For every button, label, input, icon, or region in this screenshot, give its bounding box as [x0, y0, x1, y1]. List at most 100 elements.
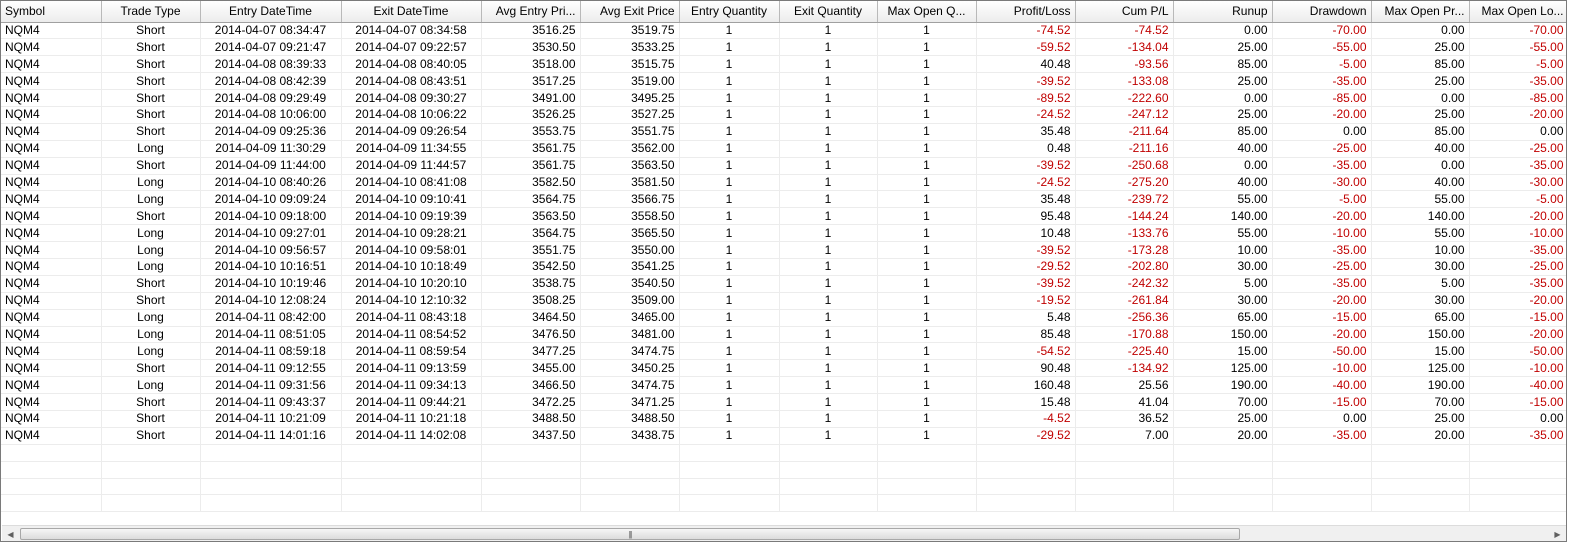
- table-row[interactable]: NQM4 Short 2014-04-11 09:43:37 2014-04-11 0…: [1, 393, 1566, 411]
- cell-avg-exit: 3465.00: [580, 309, 680, 327]
- cell-exit-qty: 1: [779, 106, 878, 124]
- cell-entry-dt: 2014-04-08 10:06:00: [200, 106, 342, 124]
- scroll-right-button[interactable]: ▶: [1549, 526, 1566, 541]
- table-row[interactable]: NQM4 Short 2014-04-11 10:21:09 2014-04-11 1…: [1, 410, 1566, 428]
- cell-runup: 0.00: [1173, 89, 1273, 107]
- header-row: Symbol Trade Type Entry DateTime Exit DateT…: [1, 1, 1566, 23]
- table-row[interactable]: NQM4 Short 2014-04-10 12:08:24 2014-04-10 1…: [1, 292, 1566, 310]
- table-row[interactable]: NQM4 Long 2014-04-11 08:42:00 2014-04-11 08…: [1, 309, 1566, 327]
- table-row[interactable]: NQM4 Long 2014-04-09 11:30:29 2014-04-09 11…: [1, 140, 1566, 158]
- column-header-exit-qty[interactable]: Exit Quantity: [779, 1, 878, 23]
- cell-pl: -39.52: [976, 72, 1076, 91]
- column-header-avg-exit[interactable]: Avg Exit Price: [580, 1, 680, 23]
- cell-cum-pl: -256.36: [1075, 309, 1174, 327]
- cell-entry-qty: 1: [679, 190, 780, 209]
- cell-entry-qty: 1: [679, 89, 780, 107]
- cell-pl: -19.52: [976, 292, 1076, 310]
- table-row[interactable]: NQM4 Long 2014-04-10 08:40:26 2014-04-10 08…: [1, 174, 1566, 192]
- cell-avg-entry: 3488.50: [481, 410, 581, 428]
- empty-cell: [679, 478, 780, 496]
- table-row[interactable]: NQM4 Short 2014-04-08 08:39:33 2014-04-08 0…: [1, 55, 1566, 74]
- column-header-runup[interactable]: Runup: [1173, 1, 1273, 23]
- cell-entry-dt: 2014-04-09 11:30:29: [200, 140, 342, 158]
- table-row[interactable]: NQM4 Short 2014-04-09 09:25:36 2014-04-09 0…: [1, 123, 1566, 141]
- cell-exit-dt: 2014-04-09 11:44:57: [341, 157, 482, 175]
- table-row[interactable]: NQM4 Short 2014-04-11 09:12:55 2014-04-11 0…: [1, 359, 1566, 378]
- empty-cell: [101, 494, 201, 513]
- column-header-entry-qty[interactable]: Entry Quantity: [679, 1, 780, 23]
- cell-max-qty: 1: [877, 174, 977, 192]
- column-header-max-open-lo[interactable]: Max Open Lo...: [1469, 1, 1566, 23]
- cell-max-open-lo: -20.00: [1469, 106, 1566, 124]
- cell-exit-dt: 2014-04-08 10:06:22: [341, 106, 482, 124]
- cell-cum-pl: -211.64: [1075, 123, 1174, 141]
- cell-exit-dt: 2014-04-09 09:26:54: [341, 123, 482, 141]
- cell-drawdown: -35.00: [1272, 157, 1372, 175]
- column-header-entry-dt[interactable]: Entry DateTime: [200, 1, 342, 23]
- cell-runup: 150.00: [1173, 326, 1273, 344]
- cell-pl: 95.48: [976, 207, 1076, 226]
- table-row[interactable]: NQM4 Short 2014-04-10 09:18:00 2014-04-10 0…: [1, 207, 1566, 226]
- cell-symbol: NQM4: [1, 275, 102, 293]
- cell-max-qty: 1: [877, 207, 977, 226]
- cell-type: Long: [101, 241, 201, 259]
- cell-max-qty: 1: [877, 410, 977, 428]
- cell-exit-qty: 1: [779, 359, 878, 378]
- cell-max-open-lo: -35.00: [1469, 275, 1566, 293]
- column-header-pl[interactable]: Profit/Loss: [976, 1, 1076, 23]
- empty-cell: [580, 461, 680, 479]
- table-row[interactable]: NQM4 Short 2014-04-08 08:42:39 2014-04-08 0…: [1, 72, 1566, 91]
- column-header-exit-dt[interactable]: Exit DateTime: [341, 1, 482, 23]
- cell-runup: 30.00: [1173, 258, 1273, 276]
- table-row[interactable]: NQM4 Long 2014-04-10 09:09:24 2014-04-10 09…: [1, 190, 1566, 209]
- column-header-max-open-pr[interactable]: Max Open Pr...: [1371, 1, 1470, 23]
- cell-pl: 35.48: [976, 190, 1076, 209]
- table-row[interactable]: NQM4 Long 2014-04-11 08:51:05 2014-04-11 08…: [1, 326, 1566, 344]
- empty-cell: [779, 461, 878, 479]
- cell-entry-qty: 1: [679, 309, 780, 327]
- cell-exit-dt: 2014-04-08 08:43:51: [341, 72, 482, 91]
- horizontal-scrollbar[interactable]: ◀ ||| ▶: [2, 525, 1566, 541]
- column-header-avg-entry[interactable]: Avg Entry Pri...: [481, 1, 581, 23]
- empty-cell: [1272, 478, 1372, 496]
- table-row[interactable]: NQM4 Long 2014-04-10 09:56:57 2014-04-10 09…: [1, 241, 1566, 259]
- table-row[interactable]: NQM4 Long 2014-04-10 09:27:01 2014-04-10 09…: [1, 224, 1566, 243]
- cell-drawdown: -85.00: [1272, 89, 1372, 107]
- cell-entry-qty: 1: [679, 140, 780, 158]
- scroll-thumb[interactable]: |||: [20, 528, 1240, 540]
- table-row[interactable]: NQM4 Short 2014-04-07 08:34:47 2014-04-07 0…: [1, 22, 1566, 40]
- cell-exit-dt: 2014-04-11 08:43:18: [341, 309, 482, 327]
- table-row[interactable]: NQM4 Short 2014-04-07 09:21:47 2014-04-07 0…: [1, 38, 1566, 57]
- empty-cell: [1075, 444, 1174, 462]
- table-row[interactable]: NQM4 Long 2014-04-10 10:16:51 2014-04-10 10…: [1, 258, 1566, 276]
- table-row[interactable]: NQM4 Long 2014-04-11 08:59:18 2014-04-11 08…: [1, 342, 1566, 361]
- cell-max-open-pr: 25.00: [1371, 410, 1470, 428]
- empty-cell: [877, 494, 977, 513]
- column-header-type[interactable]: Trade Type: [101, 1, 201, 23]
- cell-avg-entry: 3491.00: [481, 89, 581, 107]
- column-header-max-qty[interactable]: Max Open Q...: [877, 1, 977, 23]
- table-row[interactable]: NQM4 Short 2014-04-10 10:19:46 2014-04-10 1…: [1, 275, 1566, 293]
- cell-pl: -24.52: [976, 174, 1076, 192]
- cell-avg-entry: 3466.50: [481, 376, 581, 395]
- cell-entry-qty: 1: [679, 393, 780, 411]
- cell-exit-dt: 2014-04-11 08:54:52: [341, 326, 482, 344]
- table-row[interactable]: NQM4 Short 2014-04-08 10:06:00 2014-04-08 1…: [1, 106, 1566, 124]
- scroll-left-button[interactable]: ◀: [2, 526, 19, 541]
- cell-max-open-lo: -25.00: [1469, 258, 1566, 276]
- column-header-cum-pl[interactable]: Cum P/L: [1075, 1, 1174, 23]
- cell-type: Short: [101, 38, 201, 57]
- cell-max-qty: 1: [877, 342, 977, 361]
- cell-drawdown: -5.00: [1272, 190, 1372, 209]
- empty-cell: [679, 461, 780, 479]
- column-header-symbol[interactable]: Symbol: [1, 1, 102, 23]
- column-header-drawdown[interactable]: Drawdown: [1272, 1, 1372, 23]
- table-row[interactable]: NQM4 Short 2014-04-09 11:44:00 2014-04-09 1…: [1, 157, 1566, 175]
- table-row[interactable]: NQM4 Short 2014-04-11 14:01:16 2014-04-11 1…: [1, 427, 1566, 445]
- cell-cum-pl: 36.52: [1075, 410, 1174, 428]
- table-row[interactable]: NQM4 Long 2014-04-11 09:31:56 2014-04-11 09…: [1, 376, 1566, 395]
- empty-row: [1, 461, 1566, 479]
- cell-max-open-lo: -15.00: [1469, 393, 1566, 411]
- table-row[interactable]: NQM4 Short 2014-04-08 09:29:49 2014-04-08 0…: [1, 89, 1566, 107]
- cell-exit-qty: 1: [779, 241, 878, 259]
